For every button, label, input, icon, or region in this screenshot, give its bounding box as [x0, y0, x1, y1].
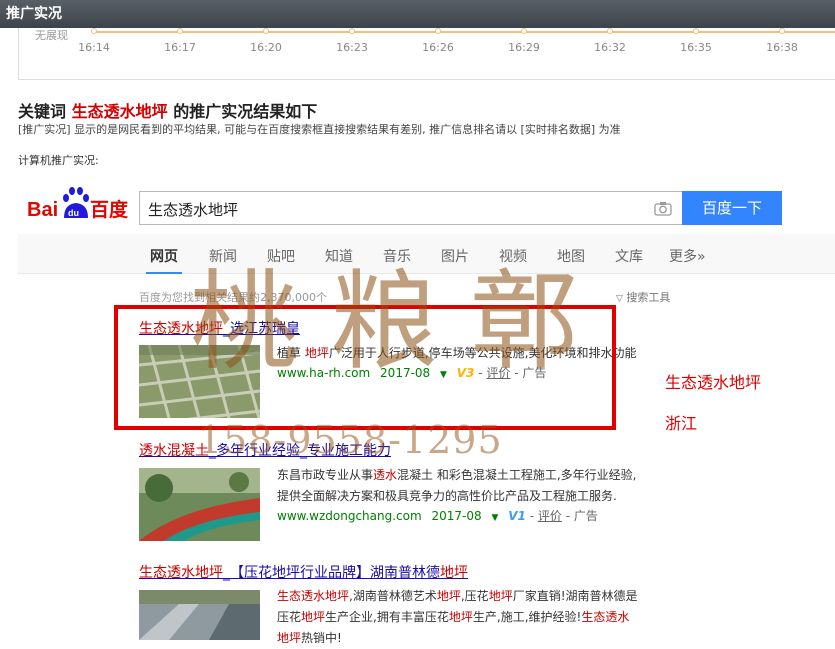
timeline-dot: [263, 28, 269, 34]
ad-title-keyword: 生态透水地坪: [139, 565, 223, 581]
baidu-logo[interactable]: Bai du 百度: [27, 186, 132, 222]
ad-desc-text: 混凝土 和彩色混凝土工程施工,多年行业经验,: [397, 468, 637, 482]
tab-video[interactable]: 视频: [499, 246, 527, 266]
ad-desc-keyword: 生态透水: [581, 610, 630, 624]
ad-title-rest: _【压花地坪行业品牌】湖南普林德: [223, 565, 440, 581]
timeline-dot: [91, 28, 97, 34]
tab-zhidao[interactable]: 知道: [325, 246, 353, 266]
ad-meta: www.wzdongchang.com 2017-08 ▼ V1 - 评价 - …: [277, 507, 598, 524]
ad-desc-text: ,压花: [460, 589, 489, 603]
tab-map[interactable]: 地图: [557, 246, 585, 266]
result-count: 百度为您找到相关结果约2,370,000个: [139, 291, 327, 304]
top-bar: 推广实况: [0, 0, 835, 28]
timeline-dot: [177, 28, 183, 34]
timeline-dot: [435, 28, 441, 34]
ad-desc-text: 厂家直销!湖南普林德是: [512, 589, 638, 603]
timeline-dot: [349, 28, 355, 34]
ad-review-link[interactable]: 评价: [538, 509, 562, 523]
ad-date: 2017-08: [431, 509, 482, 523]
heading-suffix: 的推广实况结果如下: [173, 102, 318, 121]
tab-wenku[interactable]: 文库: [615, 246, 643, 266]
ad-desc-keyword: 地坪: [277, 631, 302, 645]
ad-title-keyword: 地坪: [440, 565, 468, 581]
ad-thumbnail[interactable]: [139, 590, 260, 640]
side-note-region: 浙江: [665, 414, 698, 433]
timeline-axis: [94, 31, 835, 33]
pc-preview-label: 计算机推广实况:: [18, 154, 99, 167]
logo-bai-text: Bai: [27, 199, 58, 221]
heading-prefix: 关键词: [18, 102, 67, 121]
ad-desc-keyword: 地坪: [436, 589, 461, 603]
timeline-dot: [693, 28, 699, 34]
ad-desc-keyword: 地坪: [448, 610, 473, 624]
timeline-tick: 16:26: [422, 41, 454, 54]
search-button[interactable]: 百度一下: [682, 191, 782, 225]
tab-music[interactable]: 音乐: [383, 246, 411, 266]
ad-url[interactable]: www.wzdongchang.com: [277, 509, 422, 523]
tab-webpage[interactable]: 网页: [146, 246, 182, 274]
timeline-tick: 16:35: [680, 41, 712, 54]
timeline-tick: 16:17: [164, 41, 196, 54]
search-tools-label: 搜索工具: [626, 291, 671, 304]
ad-description: 东昌市政专业从事透水混凝土 和彩色混凝土工程施工,多年行业经验, 提供全面解决方…: [277, 465, 677, 507]
ad-desc-text: 生产企业,拥有丰富压花: [325, 610, 449, 624]
timeline-dot: [779, 28, 785, 34]
ad-desc-keyword: 地坪: [301, 610, 326, 624]
separator: -: [529, 509, 538, 523]
ad-desc-text: 生产,施工,维护经验!: [472, 610, 582, 624]
timeline-tick: 16:23: [336, 41, 368, 54]
ad-desc-text: 压花: [277, 610, 302, 624]
chevron-down-icon[interactable]: ▼: [491, 513, 498, 523]
top-bar-title: 推广实况: [6, 6, 62, 22]
ad-desc-keyword: 透水: [373, 468, 398, 482]
ad-title-link[interactable]: 生态透水地坪_【压花地坪行业品牌】湖南普林德地坪: [139, 562, 679, 582]
timeline-chart: 无展现 16:14 16:17 16:20 16:23 16:26 16:29 …: [18, 28, 835, 80]
ad-desc-text: 热销中!: [301, 631, 342, 645]
ad-result-2: 透水混凝土_多年行业经验_专业施工能力 东昌市政专业从事透水混凝土 和彩色混凝土…: [139, 440, 679, 550]
search-input-value: 生态透水地坪: [148, 201, 239, 219]
timeline-tick: 16:14: [78, 41, 110, 54]
search-input[interactable]: 生态透水地坪: [139, 191, 682, 225]
ad-desc-text: 东昌市政专业从事: [277, 468, 374, 482]
result-heading: 关键词 生态透水地坪 的推广实况结果如下: [18, 98, 317, 122]
ad-description: 生态透水地坪,湖南普林德艺术地坪,压花地坪厂家直销!湖南普林德是 压花地坪生产企…: [277, 586, 677, 649]
disclaimer-note: [推广实况] 显示的是网民看到的平均结果, 可能与在百度搜索框直接搜索结果有差别…: [18, 123, 621, 136]
ad-title-rest: _多年行业经验_专业施工能力: [209, 443, 391, 459]
ad-label: 广告: [573, 509, 598, 523]
ad-thumbnail[interactable]: [139, 468, 260, 541]
tab-images[interactable]: 图片: [441, 246, 469, 266]
side-note-keyword: 生态透水地坪: [665, 373, 762, 392]
v-badge-icon[interactable]: V1: [508, 509, 526, 523]
separator: -: [561, 509, 574, 523]
logo-baidu-cn-text: 百度: [90, 198, 129, 221]
filter-icon: ▽: [616, 294, 623, 304]
ad-title-link[interactable]: 透水混凝土_多年行业经验_专业施工能力: [139, 440, 679, 460]
ad-desc-text: ,湖南普林德艺术: [349, 589, 437, 603]
timeline-tick: 16:38: [766, 41, 798, 54]
tab-more[interactable]: 更多»: [669, 246, 706, 266]
tab-tieba[interactable]: 贴吧: [267, 246, 295, 266]
timeline-dot: [521, 28, 527, 34]
timeline-tick: 16:29: [508, 41, 540, 54]
heading-keyword: 生态透水地坪: [71, 102, 168, 121]
camera-icon[interactable]: [654, 201, 672, 216]
tab-news[interactable]: 新闻: [209, 246, 237, 266]
timeline-tick: 16:32: [594, 41, 626, 54]
ad-desc-keyword: 地坪: [488, 589, 513, 603]
logo-du-text: du: [68, 208, 79, 218]
ad-result-3: 生态透水地坪_【压花地坪行业品牌】湖南普林德地坪 生态透水地坪,湖南普林德艺术地…: [139, 562, 679, 645]
ad-desc-text: 提供全面解决方案和极具竞争力的高性价比产品及工程施工服务.: [277, 489, 617, 503]
timeline-tick: 16:20: [250, 41, 282, 54]
ad-desc-keyword: 生态透水地坪: [277, 589, 350, 603]
search-tools[interactable]: ▽ 搜索工具: [616, 289, 670, 305]
timeline-dot: [607, 28, 613, 34]
highlight-annotation-box: [114, 305, 616, 430]
search-tabs: 网页 新闻 贴吧 知道 音乐 图片 视频 地图 文库 更多»: [18, 234, 835, 274]
ad-title-keyword: 透水混凝土: [139, 443, 209, 459]
